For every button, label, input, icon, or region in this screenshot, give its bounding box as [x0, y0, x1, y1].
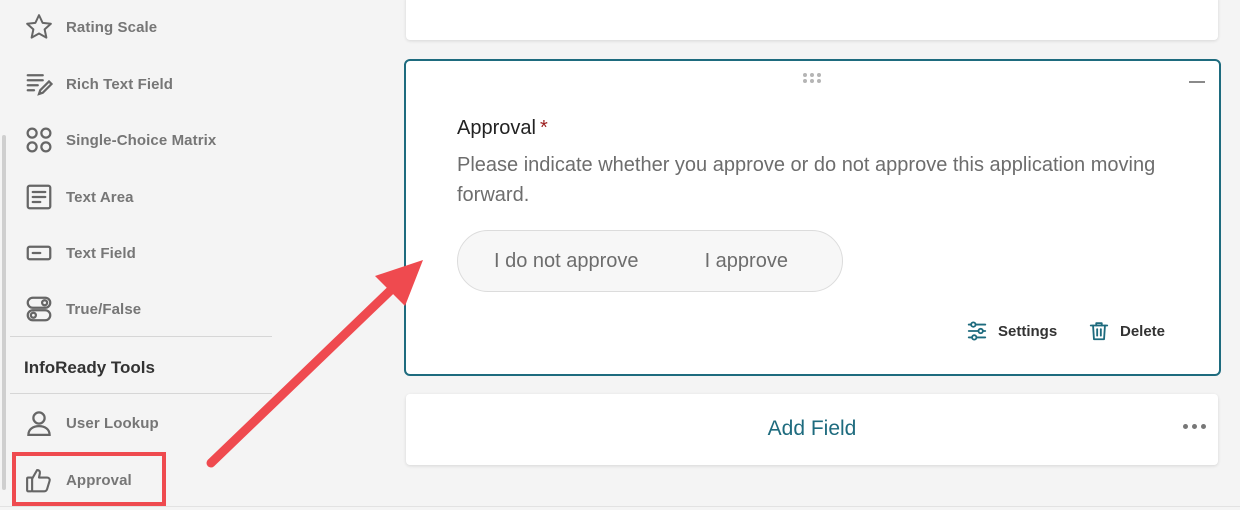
form-field-card-previous — [406, 0, 1218, 40]
approval-field-card[interactable]: Approval * Please indicate whether you ap… — [404, 59, 1221, 376]
sidebar-divider — [10, 336, 272, 337]
trash-icon — [1088, 320, 1110, 342]
option-do-not-approve[interactable]: I do not approve — [494, 250, 639, 273]
text-field-icon — [22, 236, 56, 270]
toggle-icon — [22, 292, 56, 326]
delete-button[interactable]: Delete — [1088, 320, 1165, 342]
sidebar-scrollbar[interactable] — [2, 135, 6, 490]
sidebar-item-label: Text Field — [66, 244, 136, 262]
sidebar-item-rating-scale[interactable]: Rating Scale — [10, 5, 272, 49]
sidebar: Rating Scale Rich Text Field Single-Choi… — [0, 0, 280, 510]
field-title: Approval * — [457, 117, 548, 140]
drag-handle-icon[interactable] — [802, 71, 822, 89]
sidebar-item-label: Rating Scale — [66, 18, 158, 36]
sidebar-item-text-field[interactable]: Text Field — [10, 231, 272, 275]
section-title-infoready-tools: InfoReady Tools — [24, 358, 155, 377]
field-description: Please indicate whether you approve or d… — [457, 154, 1156, 206]
sidebar-divider — [10, 393, 272, 394]
sidebar-item-label: Text Area — [66, 188, 134, 206]
settings-button[interactable]: Settings — [966, 320, 1057, 342]
collapse-icon[interactable] — [1189, 81, 1205, 83]
annotation-highlight-box — [12, 452, 166, 506]
required-marker: * — [539, 117, 548, 139]
sidebar-item-text-area[interactable]: Text Area — [10, 175, 272, 219]
sidebar-item-label: Single-Choice Matrix — [66, 131, 217, 149]
rich-text-icon — [22, 67, 56, 101]
sidebar-item-label: User Lookup — [66, 414, 159, 432]
sidebar-item-true-false[interactable]: True/False — [10, 287, 272, 331]
option-approve[interactable]: I approve — [705, 250, 788, 273]
sliders-icon — [966, 320, 988, 342]
sidebar-item-label: Rich Text Field — [66, 75, 174, 93]
add-field-card: Add Field — [406, 394, 1218, 465]
matrix-icon — [22, 123, 56, 157]
user-icon — [22, 406, 56, 440]
star-icon — [22, 10, 56, 44]
sidebar-item-label: True/False — [66, 300, 142, 318]
bottom-border — [0, 506, 1240, 507]
field-title-text: Approval — [457, 117, 536, 139]
sidebar-item-user-lookup[interactable]: User Lookup — [10, 401, 272, 445]
delete-label: Delete — [1120, 322, 1166, 340]
sidebar-item-single-choice-matrix[interactable]: Single-Choice Matrix — [10, 118, 272, 162]
settings-label: Settings — [998, 322, 1058, 340]
more-options-icon[interactable] — [1183, 424, 1206, 429]
approval-toggle[interactable]: I do not approve I approve — [457, 230, 843, 292]
text-area-icon — [22, 180, 56, 214]
add-field-button[interactable]: Add Field — [406, 417, 1218, 441]
sidebar-item-rich-text-field[interactable]: Rich Text Field — [10, 62, 272, 106]
